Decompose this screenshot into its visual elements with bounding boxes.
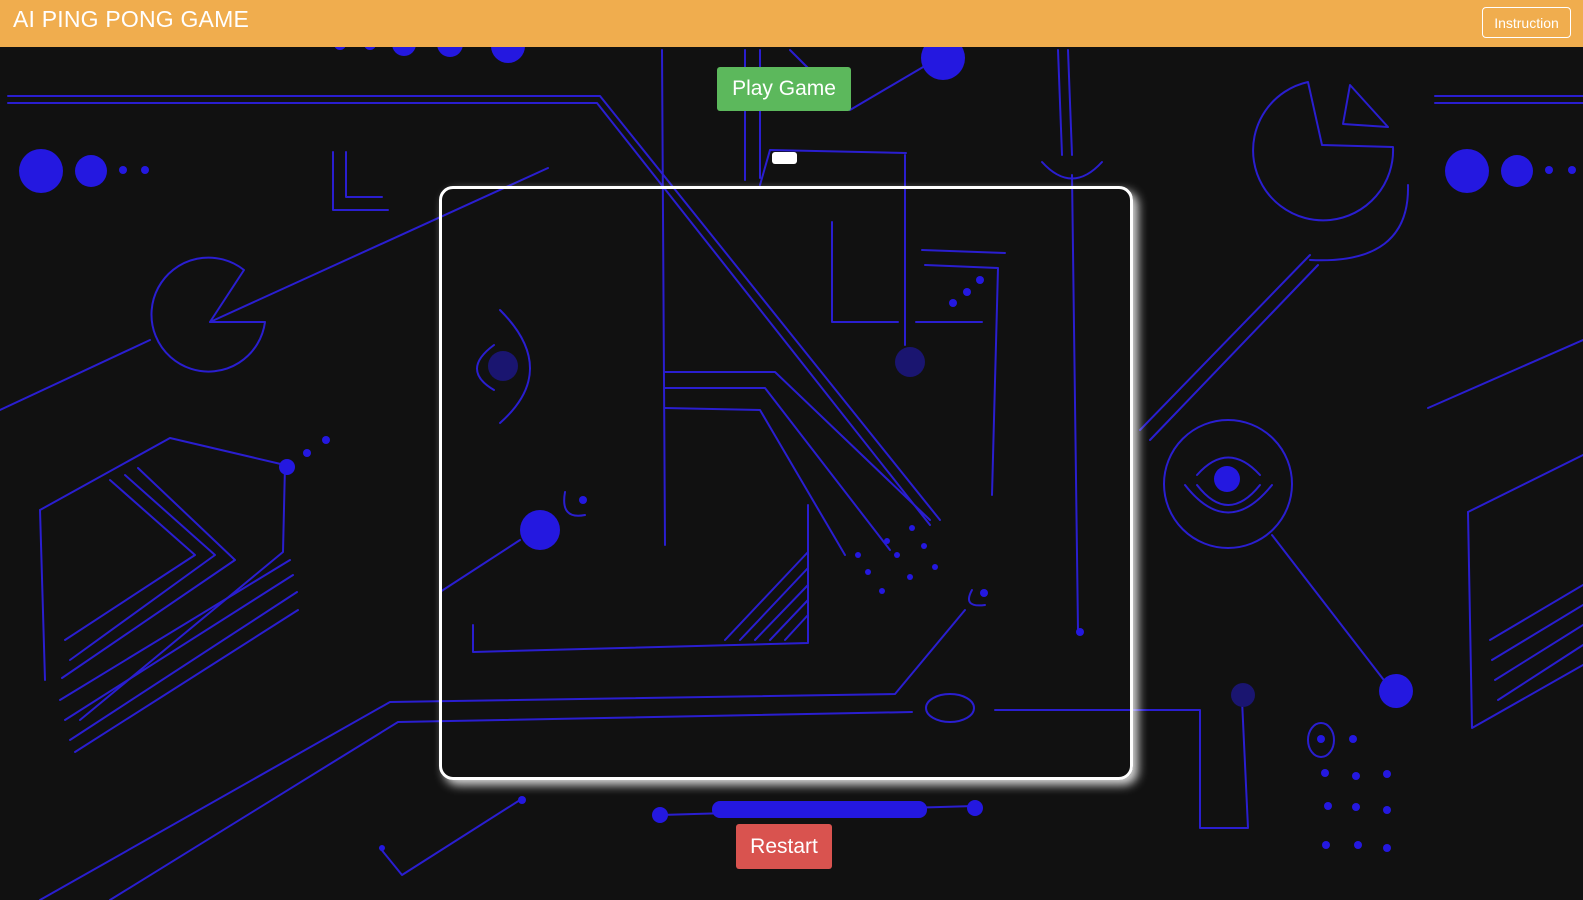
- game-board[interactable]: [439, 186, 1133, 780]
- ai-paddle: [772, 152, 797, 164]
- restart-button[interactable]: Restart: [736, 824, 832, 869]
- instruction-button[interactable]: Instruction: [1482, 7, 1571, 38]
- top-bar: AI PING PONG GAME Instruction: [0, 0, 1583, 47]
- play-game-button[interactable]: Play Game: [717, 67, 851, 111]
- app-title: AI PING PONG GAME: [13, 6, 249, 32]
